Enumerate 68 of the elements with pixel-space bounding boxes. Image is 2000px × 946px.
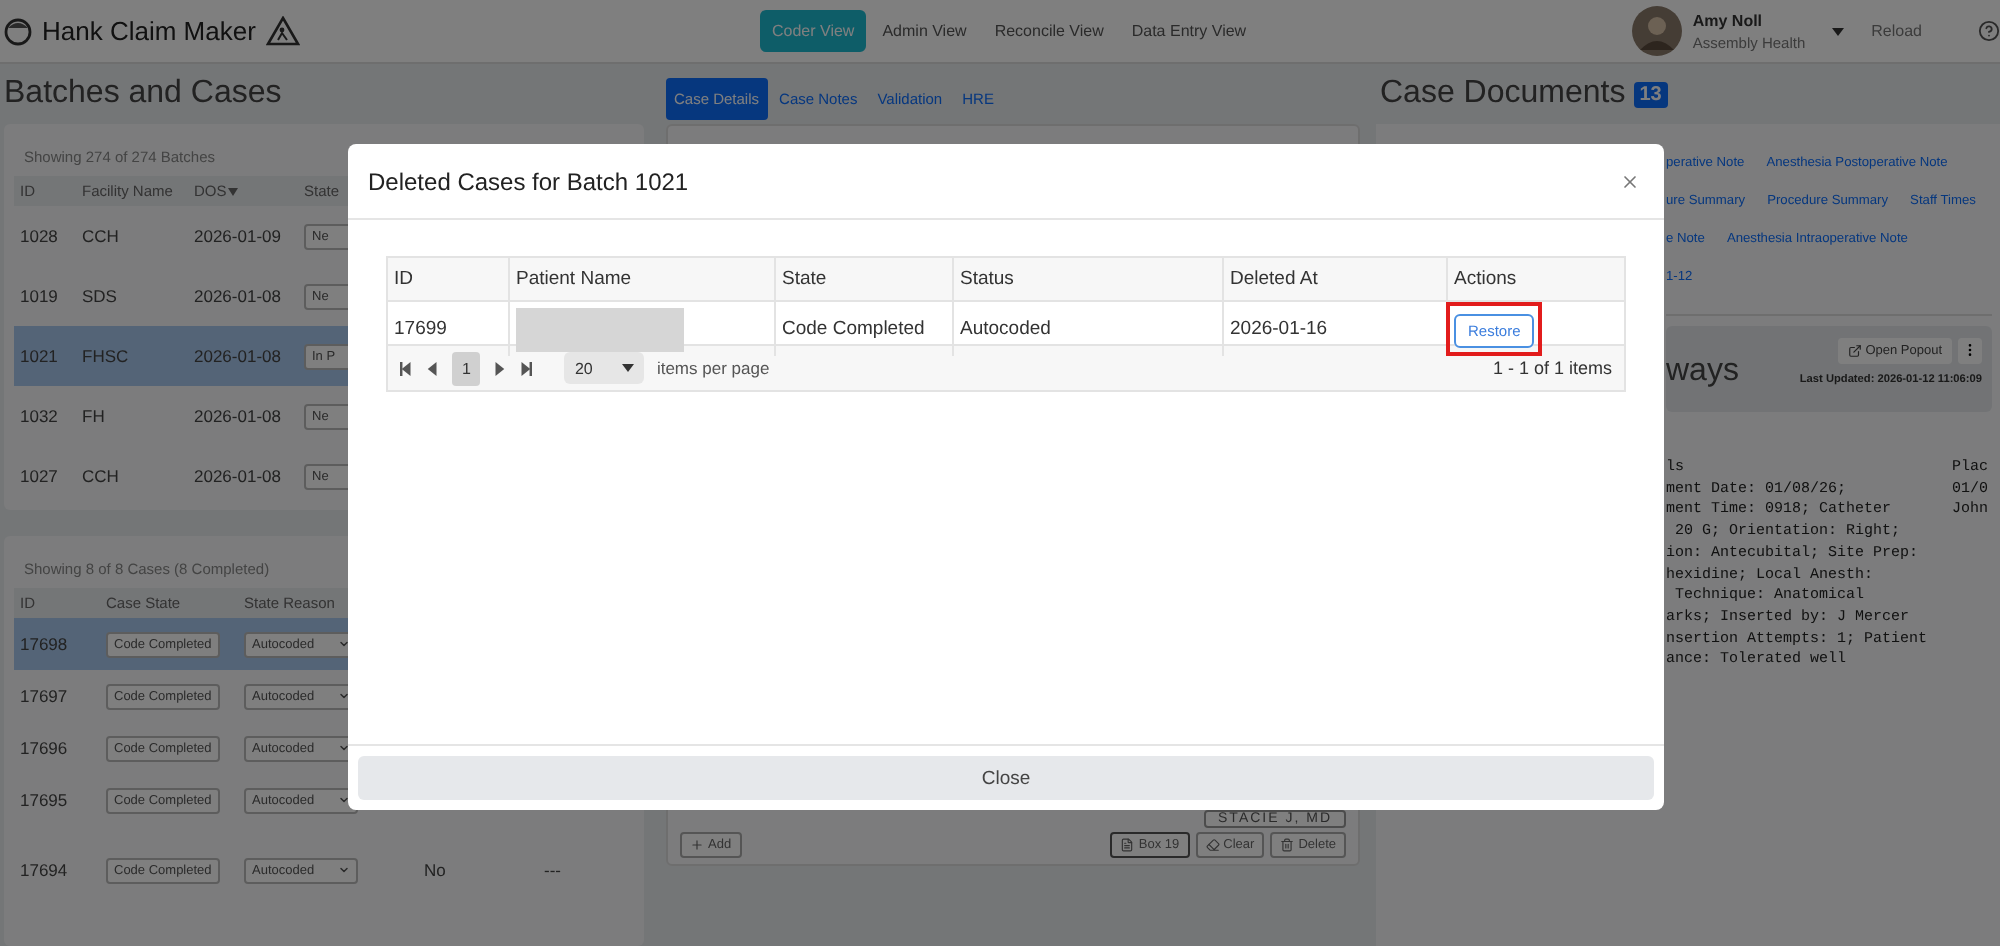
- column-header: State: [774, 258, 952, 300]
- first-page-icon[interactable]: [400, 361, 414, 375]
- table-cell-text: 2026-01-08: [194, 346, 283, 366]
- previous-page-icon[interactable]: [426, 361, 440, 375]
- caret-icon: [338, 864, 350, 876]
- nav-tab[interactable]: Data Entry View: [1119, 10, 1259, 52]
- page-size-select[interactable]: 20: [564, 352, 645, 384]
- page-number[interactable]: 1: [452, 351, 481, 385]
- sort-icon: [228, 187, 239, 195]
- column-header: ID: [392, 266, 415, 294]
- table-cell-text: FHSC: [82, 346, 131, 366]
- table-cell-text: 2026-01-08: [194, 286, 283, 306]
- eraser-icon: [1205, 838, 1220, 852]
- table-cell-text: 17698: [20, 634, 70, 654]
- modal-title: Deleted Cases for Batch 1021: [368, 167, 689, 195]
- plus-icon: [690, 838, 704, 852]
- external-link-icon: [1847, 344, 1862, 358]
- table-cell-text: CCH: [82, 226, 121, 246]
- table-cell-text: ---: [544, 860, 563, 880]
- close-icon: [1620, 171, 1640, 191]
- caret-icon: [338, 690, 350, 702]
- close-button[interactable]: [1620, 171, 1640, 191]
- nav-tab[interactable]: Reconcile View: [982, 10, 1116, 52]
- caret-icon: [622, 364, 635, 372]
- count-badge: 13: [1633, 81, 1668, 107]
- column-header: Deleted At: [1222, 258, 1446, 300]
- help-icon[interactable]: [1978, 20, 2000, 42]
- table-cell-text: 1021: [20, 346, 60, 366]
- caret-icon: [338, 794, 350, 806]
- page-size-label: items per page: [656, 358, 770, 378]
- nav-tab[interactable]: Coder View: [760, 10, 867, 52]
- item-range: 1 - 1 of 1 items: [1492, 358, 1612, 378]
- table-cell-text: 1019: [20, 286, 60, 306]
- table-cell-text: 1028: [20, 226, 60, 246]
- table-cell-text: No: [424, 860, 448, 880]
- last-page-icon[interactable]: [518, 361, 533, 375]
- caret-icon: [338, 742, 350, 754]
- column-header: Actions: [1446, 258, 1624, 300]
- table-cell-text: CCH: [82, 466, 121, 486]
- panel-title: Batches and Cases: [2, 74, 284, 114]
- user-name: Amy Noll: [1692, 11, 1765, 29]
- more-button[interactable]: [1958, 338, 1982, 364]
- document-icon: [1120, 838, 1135, 852]
- table-cell-text: 17694: [20, 860, 70, 880]
- document-title: ways: [1666, 353, 1739, 389]
- table-cell-text: 2026-01-08: [194, 466, 283, 486]
- table-cell-text: 1032: [20, 406, 60, 426]
- table-cell-text: 2026-01-08: [194, 406, 283, 426]
- avatar: [1632, 6, 1683, 56]
- nav-tab[interactable]: Admin View: [870, 10, 979, 52]
- next-page-icon[interactable]: [492, 361, 507, 375]
- caret-icon[interactable]: [1831, 27, 1844, 35]
- table-cell-text: 17697: [20, 686, 70, 706]
- table-cell-text: 1027: [20, 466, 60, 486]
- trash-icon: [1280, 838, 1295, 852]
- panel-title: Case Documents: [1380, 76, 1626, 112]
- close-button[interactable]: Close: [358, 756, 1654, 800]
- warning-sign-icon: [265, 16, 300, 46]
- table-cell-text: FH: [82, 406, 107, 426]
- table-cell-text: 2026-01-09: [194, 226, 283, 246]
- table-cell-text: 17696: [20, 738, 70, 758]
- column-header: Status: [952, 258, 1222, 300]
- table-cell-text: SDS: [82, 286, 119, 306]
- caret-icon: [338, 638, 350, 650]
- app-title: Hank Claim Maker: [42, 16, 256, 46]
- table-cell-text: 17695: [20, 790, 70, 810]
- column-header: Patient Name: [508, 258, 774, 300]
- reload-button[interactable]: Reload: [1871, 22, 1922, 40]
